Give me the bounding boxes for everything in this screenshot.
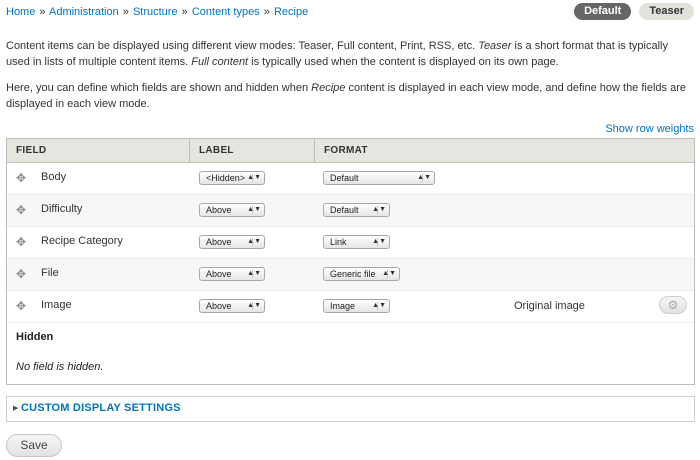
label-select-value: Above (206, 237, 232, 247)
column-header-label: LABEL (190, 139, 315, 162)
breadcrumb-separator: » (122, 6, 129, 18)
field-display-table: FIELD LABEL FORMAT ✥ Body <Hidden> ▲▼ De… (6, 138, 695, 385)
column-header-field: FIELD (7, 139, 190, 162)
label-select[interactable]: Above ▲▼ (199, 203, 265, 217)
table-header: FIELD LABEL FORMAT (7, 139, 694, 163)
table-body: ✥ Body <Hidden> ▲▼ Default ▲▼ ✥ Difficul… (7, 163, 694, 323)
hidden-region: Hidden No field is hidden. (7, 325, 694, 383)
label-select[interactable]: Above ▲▼ (199, 235, 265, 249)
show-row-weights-link[interactable]: Show row weights (605, 123, 694, 135)
updown-arrow-icon: ▲▼ (247, 238, 261, 245)
table-row: ✥ Difficulty Above ▲▼ Default ▲▼ (7, 195, 694, 227)
custom-display-settings-legend[interactable]: CUSTOM DISPLAY SETTINGS (21, 402, 181, 414)
intro-text: Content items can be displayed using dif… (6, 40, 479, 52)
hidden-region-empty-message: No field is hidden. (16, 361, 104, 373)
tab-teaser[interactable]: Teaser (639, 3, 694, 20)
label-select-value: Above (206, 205, 232, 215)
save-button[interactable]: Save (6, 434, 62, 457)
table-row: ✥ Recipe Category Above ▲▼ Link ▲▼ (7, 227, 694, 259)
drag-handle-icon[interactable]: ✥ (16, 236, 27, 248)
updown-arrow-icon: ▲▼ (417, 174, 431, 181)
updown-arrow-icon: ▲▼ (372, 302, 386, 309)
label-select[interactable]: <Hidden> ▲▼ (199, 171, 265, 185)
field-name: File (41, 267, 59, 279)
breadcrumb-home[interactable]: Home (6, 6, 35, 18)
label-select[interactable]: Above ▲▼ (199, 299, 265, 313)
table-row: ✥ Body <Hidden> ▲▼ Default ▲▼ (7, 163, 694, 195)
updown-arrow-icon: ▲▼ (247, 302, 261, 309)
intro-emphasis: Full content (191, 56, 249, 68)
breadcrumb-content-types[interactable]: Content types (192, 6, 260, 18)
updown-arrow-icon: ▲▼ (372, 206, 386, 213)
breadcrumb: Home » Administration » Structure » Cont… (6, 6, 308, 19)
updown-arrow-icon: ▲▼ (382, 270, 396, 277)
breadcrumb-separator: » (181, 6, 188, 18)
format-select[interactable]: Image ▲▼ (323, 299, 390, 313)
intro-text: Here, you can define which fields are sh… (6, 82, 312, 94)
intro-paragraph-2: Here, you can define which fields are sh… (6, 80, 694, 112)
table-row: ✥ Image Above ▲▼ Image ▲▼ Original image… (7, 291, 694, 323)
format-select[interactable]: Generic file ▲▼ (323, 267, 400, 281)
triangle-right-icon: ▶ (13, 405, 19, 412)
field-name: Image (41, 299, 72, 311)
field-name: Recipe Category (41, 235, 123, 247)
format-select-value: Generic file (330, 269, 376, 279)
updown-arrow-icon: ▲▼ (247, 174, 261, 181)
intro-text: is typically used when the content is di… (248, 56, 559, 68)
label-select-value: <Hidden> (206, 173, 246, 183)
breadcrumb-recipe[interactable]: Recipe (274, 6, 308, 18)
breadcrumb-separator: » (39, 6, 46, 18)
format-select[interactable]: Link ▲▼ (323, 235, 390, 249)
drag-handle-icon[interactable]: ✥ (16, 204, 27, 216)
updown-arrow-icon: ▲▼ (247, 270, 261, 277)
tab-default[interactable]: Default (574, 3, 632, 20)
view-mode-tabs: Default Teaser (574, 3, 694, 20)
format-summary: Original image (514, 300, 585, 312)
drag-handle-icon[interactable]: ✥ (16, 172, 27, 184)
format-select[interactable]: Default ▲▼ (323, 203, 390, 217)
drag-handle-icon[interactable]: ✥ (16, 268, 27, 280)
format-select-value: Link (330, 237, 347, 247)
breadcrumb-structure[interactable]: Structure (133, 6, 178, 18)
intro-emphasis: Recipe (311, 82, 346, 94)
field-name: Body (41, 171, 67, 183)
breadcrumb-separator: » (263, 6, 270, 18)
intro-paragraph-1: Content items can be displayed using dif… (6, 38, 694, 70)
label-select-value: Above (206, 301, 232, 311)
format-select-value: Image (330, 301, 356, 311)
field-name: Difficulty (41, 203, 83, 215)
table-row: ✥ File Above ▲▼ Generic file ▲▼ (7, 259, 694, 291)
drag-handle-icon[interactable]: ✥ (16, 300, 27, 312)
column-header-format: FORMAT (324, 145, 368, 156)
gear-icon[interactable]: ⚙ (659, 296, 687, 314)
updown-arrow-icon: ▲▼ (247, 206, 261, 213)
label-select-value: Above (206, 269, 232, 279)
updown-arrow-icon: ▲▼ (372, 238, 386, 245)
intro-emphasis: Teaser (478, 40, 512, 52)
label-select[interactable]: Above ▲▼ (199, 267, 265, 281)
format-select-value: Default (330, 205, 359, 215)
format-select[interactable]: Default ▲▼ (323, 171, 435, 185)
breadcrumb-administration[interactable]: Administration (49, 6, 119, 18)
hidden-region-title: Hidden (16, 331, 54, 343)
format-select-value: Default (330, 173, 359, 183)
custom-display-settings-fieldset[interactable]: ▶ CUSTOM DISPLAY SETTINGS (6, 396, 695, 422)
